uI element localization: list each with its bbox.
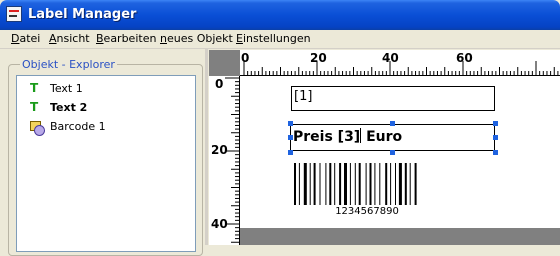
menu-datei[interactable]: Datei bbox=[11, 32, 40, 45]
barcode-bar bbox=[395, 163, 396, 205]
title-bar: Label Manager bbox=[0, 0, 560, 30]
tree-item-text-1[interactable]: T Text 1 bbox=[30, 81, 83, 97]
barcode-bar bbox=[390, 163, 392, 205]
barcode-bar bbox=[398, 163, 402, 205]
ruler-top-label: 0 bbox=[241, 51, 250, 65]
label-text-1[interactable]: [1] bbox=[291, 86, 495, 111]
barcode-bar bbox=[313, 163, 316, 205]
menu-einstellungen[interactable]: Einstellungen bbox=[236, 32, 311, 45]
barcode-bar bbox=[334, 163, 336, 205]
ruler-top bbox=[240, 50, 560, 76]
ruler-top-label: 40 bbox=[382, 51, 399, 65]
barcode-bar bbox=[358, 163, 361, 205]
barcode-bar bbox=[309, 163, 311, 205]
barcode-bar bbox=[369, 163, 372, 205]
barcode-bar bbox=[349, 163, 351, 205]
barcode-bar bbox=[339, 163, 342, 205]
barcode-bar bbox=[385, 163, 388, 205]
resize-handle[interactable] bbox=[493, 150, 498, 155]
menu-neues-objekt[interactable]: neues Objekt bbox=[160, 32, 233, 45]
ruler-left-label: 0 bbox=[215, 77, 224, 91]
barcode-bar bbox=[325, 163, 327, 205]
label-text-2[interactable]: Preis [3] Euro bbox=[290, 124, 495, 151]
app-icon bbox=[6, 6, 22, 22]
menu-bar: Datei Ansicht Bearbeiten neues Objekt Ei… bbox=[0, 30, 560, 49]
panel-splitter[interactable] bbox=[205, 48, 208, 245]
tree-item-barcode-1[interactable]: Barcode 1 bbox=[30, 120, 106, 136]
barcode-bar bbox=[354, 163, 356, 205]
barcode-bar bbox=[303, 163, 307, 205]
barcode-number: 1234567890 bbox=[335, 206, 399, 217]
barcode-bar bbox=[404, 163, 407, 205]
barcode-bar bbox=[379, 163, 381, 205]
explorer-title: Objekt - Explorer bbox=[20, 58, 117, 71]
tree-item-text-2[interactable]: T Text 2 bbox=[30, 100, 87, 116]
menu-bearbeiten[interactable]: Bearbeiten bbox=[96, 32, 156, 45]
barcode-icon bbox=[30, 120, 45, 136]
resize-handle[interactable] bbox=[288, 135, 293, 140]
resize-handle[interactable] bbox=[288, 121, 293, 126]
barcode-bar bbox=[414, 163, 417, 205]
resize-handle[interactable] bbox=[390, 121, 395, 126]
barcode-bar bbox=[344, 163, 347, 205]
ruler-top-label: 60 bbox=[456, 51, 473, 65]
window-title: Label Manager bbox=[28, 7, 137, 22]
ruler-corner bbox=[209, 50, 240, 76]
barcode-bar bbox=[329, 163, 332, 205]
barcode-bar bbox=[365, 163, 367, 205]
ruler-top-label: 20 bbox=[310, 51, 327, 65]
resize-handle[interactable] bbox=[493, 135, 498, 140]
label-barcode[interactable] bbox=[294, 163, 440, 209]
ruler-left-label: 20 bbox=[211, 143, 228, 157]
text-icon: T bbox=[30, 81, 39, 95]
barcode-bar bbox=[409, 163, 411, 205]
text-icon: T bbox=[30, 100, 39, 114]
ruler-left-label: 40 bbox=[211, 217, 228, 231]
barcode-bar bbox=[294, 163, 296, 205]
resize-handle[interactable] bbox=[493, 121, 498, 126]
barcode-bar bbox=[298, 163, 300, 205]
barcode-bar bbox=[374, 163, 376, 205]
resize-handle[interactable] bbox=[288, 150, 293, 155]
menu-ansicht[interactable]: Ansicht bbox=[49, 32, 90, 45]
resize-handle[interactable] bbox=[390, 150, 395, 155]
barcode-bar bbox=[319, 163, 321, 205]
